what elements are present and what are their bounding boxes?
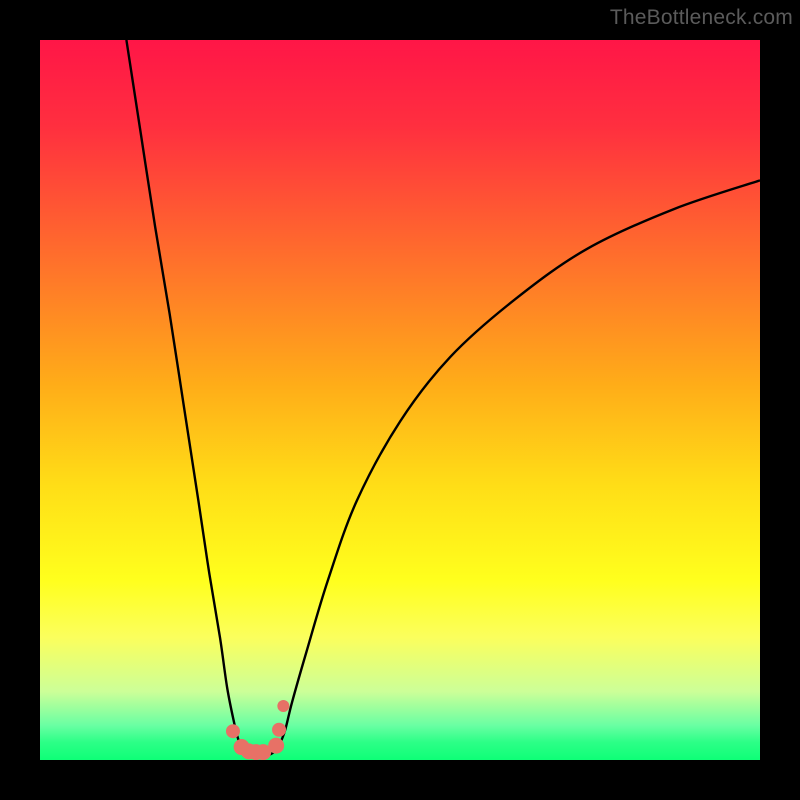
- curve-layer: [40, 40, 760, 760]
- valley-marker: [277, 700, 289, 712]
- right-branch-curve: [278, 180, 760, 749]
- valley-marker-group: [226, 700, 289, 760]
- plot-area: [40, 40, 760, 760]
- valley-marker: [272, 723, 286, 737]
- valley-marker: [268, 738, 284, 754]
- chart-root: TheBottleneck.com: [0, 0, 800, 800]
- left-branch-curve: [126, 40, 241, 749]
- watermark-text: TheBottleneck.com: [610, 6, 793, 30]
- valley-marker: [226, 724, 240, 738]
